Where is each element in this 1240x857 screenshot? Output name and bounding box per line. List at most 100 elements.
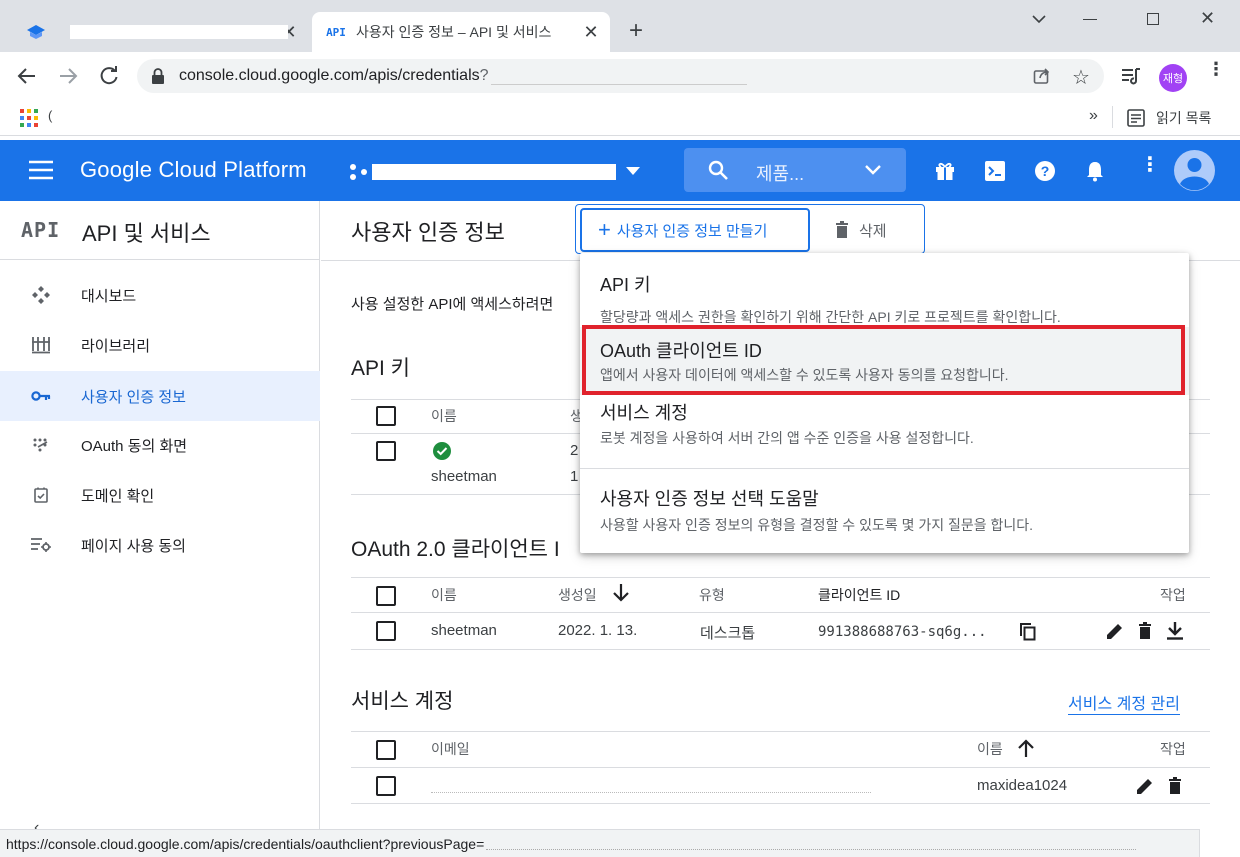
delete-icon[interactable]: [1134, 620, 1156, 642]
menu-item-description: 로봇 계정을 사용하여 서버 간의 앱 수준 인증을 사용 설정합니다.: [600, 430, 974, 446]
edit-icon[interactable]: [1134, 775, 1156, 797]
sidebar-item-label: OAuth 동의 화면: [81, 437, 188, 455]
account-avatar-icon[interactable]: [1174, 150, 1215, 191]
sort-arrow-down-icon[interactable]: [613, 584, 629, 602]
reading-list-icon[interactable]: [1127, 109, 1145, 127]
download-icon[interactable]: [1164, 620, 1186, 642]
browser-toolbar: console.cloud.google.com/apis/credential…: [0, 52, 1240, 100]
menu-item-api-key[interactable]: API 키 할당량과 액세스 권한을 확인하기 위해 간단한 API 키로 프로…: [580, 261, 1189, 325]
media-control-icon[interactable]: [1121, 67, 1141, 85]
select-all-checkbox[interactable]: [376, 406, 396, 426]
oauth-client-name[interactable]: sheetman: [431, 622, 497, 639]
menu-item-description: 할당량과 액세스 권한을 확인하기 위해 간단한 API 키로 프로젝트를 확인…: [600, 309, 1061, 325]
minimize-icon[interactable]: [1083, 19, 1097, 20]
create-credentials-button[interactable]: + 사용자 인증 정보 만들기: [580, 208, 810, 252]
table-border: [351, 577, 1210, 578]
sidebar-item-oauth-consent[interactable]: OAuth 동의 화면: [0, 420, 320, 470]
table-border: [351, 612, 1210, 613]
search-icon: [708, 160, 728, 180]
reading-list-label[interactable]: 읽기 목록: [1156, 108, 1211, 128]
copy-icon[interactable]: [1017, 621, 1039, 643]
oauth-clients-title: OAuth 2.0 클라이언트 I: [351, 538, 560, 561]
api-key-name[interactable]: sheetman: [431, 468, 497, 485]
column-header-name[interactable]: 이름: [977, 739, 1003, 759]
sort-arrow-up-icon[interactable]: [1018, 739, 1034, 757]
sidebar-item-credentials[interactable]: 사용자 인증 정보: [0, 371, 320, 421]
redacted-email: [431, 781, 871, 793]
delete-icon[interactable]: [1164, 775, 1186, 797]
url-text: console.cloud.google.com/apis/credential…: [179, 67, 480, 84]
column-header-client-id: 클라이언트 ID: [818, 587, 901, 603]
menu-item-help-me-choose[interactable]: 사용자 인증 정보 선택 도움말 사용할 사용자 인증 정보의 유형을 결정할 …: [580, 475, 1189, 545]
share-icon[interactable]: [1033, 67, 1051, 85]
select-all-checkbox[interactable]: [376, 586, 396, 606]
browser-menu-icon[interactable]: ⋮: [1207, 60, 1225, 78]
row-checkbox[interactable]: [376, 441, 396, 461]
row-checkbox[interactable]: [376, 621, 396, 641]
forward-icon[interactable]: [57, 65, 79, 87]
manage-service-accounts-link[interactable]: 서비스 계정 관리: [1068, 690, 1180, 715]
cloud-shell-icon[interactable]: [985, 161, 1005, 181]
back-icon[interactable]: [16, 65, 38, 87]
sidebar-item-label: 라이브러리: [81, 337, 151, 355]
column-header-email: 이메일: [431, 741, 470, 757]
sidebar-item-page-usage[interactable]: 페이지 사용 동의: [0, 520, 320, 570]
api-key-created: 2: [570, 442, 579, 459]
bookmarks-bar: ( » 읽기 목록: [0, 100, 1240, 136]
column-header-name: 이름: [431, 587, 457, 603]
browser-status-bar: https://console.cloud.google.com/apis/cr…: [0, 829, 1240, 857]
sidebar-item-library[interactable]: 라이브러리: [0, 320, 320, 370]
reload-icon[interactable]: [98, 65, 120, 87]
product-search-box[interactable]: 제품...: [684, 148, 906, 192]
gift-icon[interactable]: [935, 161, 955, 181]
bookmarks-overflow-icon[interactable]: »: [1089, 107, 1098, 125]
sidebar-item-dashboard[interactable]: 대시보드: [0, 270, 320, 320]
edit-icon[interactable]: [1104, 620, 1126, 642]
redacted-project-name[interactable]: [372, 164, 616, 180]
delete-button[interactable]: 삭제: [835, 217, 887, 243]
delete-label: 삭제: [859, 222, 887, 240]
chevron-down-icon[interactable]: [864, 164, 882, 176]
project-dropdown-icon[interactable]: [626, 167, 640, 176]
maximize-icon[interactable]: [1147, 13, 1159, 25]
lock-icon[interactable]: [151, 68, 165, 84]
status-url: https://console.cloud.google.com/apis/cr…: [6, 835, 485, 852]
help-icon[interactable]: ?: [1035, 161, 1055, 181]
menu-item-title: 서비스 계정: [600, 403, 688, 423]
menu-divider: [580, 468, 1189, 469]
page-usage-icon: [30, 534, 52, 556]
row-checkbox[interactable]: [376, 776, 396, 796]
tab-active[interactable]: API 사용자 인증 정보 – API 및 서비스 ✕: [312, 12, 610, 52]
bookmark-item[interactable]: (: [48, 108, 52, 123]
tab-search-icon[interactable]: [1030, 12, 1048, 26]
sidebar-item-domain-verification[interactable]: 도메인 확인: [0, 470, 320, 520]
oauth-client-created: 2022. 1. 13.: [558, 622, 638, 639]
tab-inactive[interactable]: ✕: [12, 12, 308, 52]
hamburger-menu-icon[interactable]: [29, 160, 53, 180]
menu-item-service-account[interactable]: 서비스 계정 로봇 계정을 사용하여 서버 간의 앱 수준 인증을 사용 설정합…: [580, 395, 1189, 465]
gcp-product-title[interactable]: Google Cloud Platform: [80, 157, 307, 183]
select-all-checkbox[interactable]: [376, 740, 396, 760]
sidebar-item-label: 사용자 인증 정보: [81, 388, 186, 406]
bookmark-star-icon[interactable]: ☆: [1072, 65, 1090, 90]
column-header-name: 이름: [431, 408, 457, 424]
profile-avatar[interactable]: 재형: [1159, 64, 1187, 92]
classroom-favicon-icon: [26, 22, 46, 42]
dashboard-icon: [30, 284, 52, 306]
column-header-created[interactable]: 생성일: [558, 585, 597, 605]
more-options-icon[interactable]: ⋮: [1140, 155, 1160, 175]
address-bar[interactable]: console.cloud.google.com/apis/credential…: [137, 59, 1104, 93]
notifications-icon[interactable]: [1086, 160, 1104, 182]
table-border: [351, 767, 1210, 768]
apps-grid-icon[interactable]: [20, 109, 38, 127]
new-tab-icon[interactable]: +: [624, 19, 648, 44]
service-accounts-title: 서비스 계정: [351, 690, 454, 713]
trash-icon: [835, 221, 849, 239]
menu-item-title: API 키: [600, 275, 651, 295]
api-logo-icon: API: [21, 218, 61, 242]
close-tab-icon[interactable]: ✕: [580, 21, 602, 43]
divider: [1112, 106, 1113, 128]
close-window-icon[interactable]: ✕: [1200, 8, 1215, 29]
search-input[interactable]: 제품...: [756, 160, 804, 186]
create-credentials-menu: API 키 할당량과 액세스 권한을 확인하기 위해 간단한 API 키로 프로…: [580, 253, 1189, 553]
